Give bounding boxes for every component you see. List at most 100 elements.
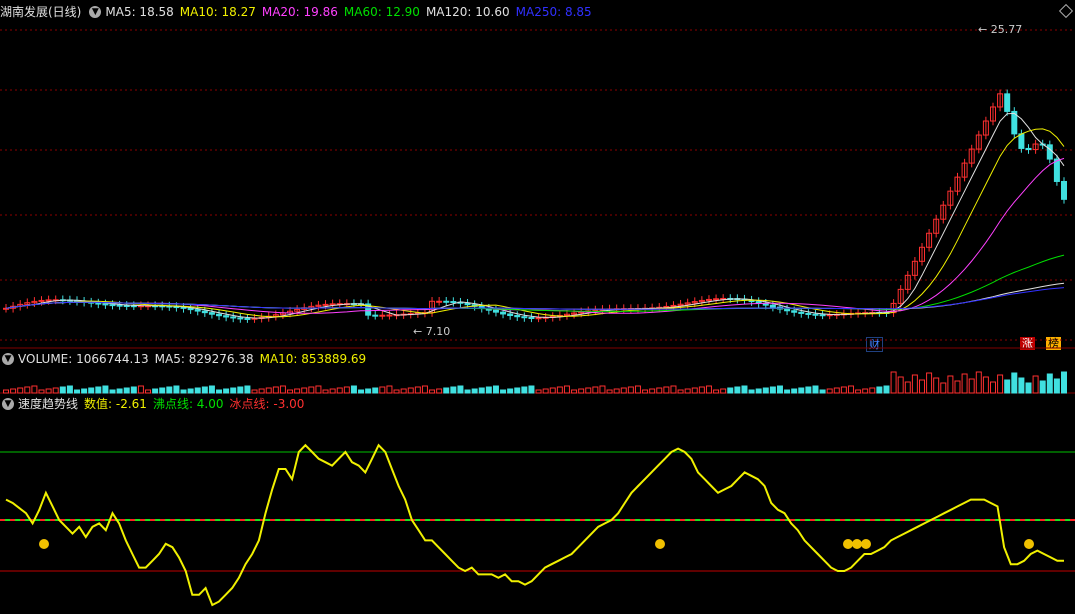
- candle-body: [812, 313, 819, 316]
- volume-bar: [642, 389, 649, 394]
- volume-bar: [450, 386, 457, 394]
- volume-bar: [670, 385, 677, 394]
- volume-bar: [272, 386, 279, 394]
- candle-body: [230, 316, 237, 319]
- volume-bar: [542, 388, 549, 394]
- volume-bar: [365, 388, 372, 394]
- candle-body: [237, 317, 244, 320]
- volume-bar: [819, 389, 826, 394]
- volume-bar: [535, 389, 542, 394]
- volume-bar: [890, 371, 897, 394]
- candle-body: [38, 299, 45, 302]
- volume-bar: [74, 389, 81, 394]
- candle-body: [95, 302, 102, 305]
- volume-bar: [421, 385, 428, 394]
- volume-bar: [847, 385, 854, 394]
- candle-body: [1046, 144, 1053, 160]
- candle-body: [201, 310, 208, 314]
- volume-bar: [159, 387, 166, 394]
- candle-body: [329, 303, 336, 306]
- volume-bar: [358, 389, 365, 394]
- stock-chart[interactable]: ← 25.77 ← 7.10: [0, 0, 1075, 614]
- volume-bar: [656, 387, 663, 394]
- volume-bar: [727, 387, 734, 394]
- volume-bar: [265, 387, 272, 394]
- volume-bar: [322, 389, 329, 394]
- candle-body: [1061, 180, 1067, 200]
- volume-bar: [741, 385, 748, 394]
- volume-bar: [691, 387, 698, 394]
- volume-bar: [350, 385, 357, 394]
- volume-bar: [294, 388, 301, 394]
- volume-bar: [1025, 382, 1032, 394]
- volume-bar: [705, 385, 712, 394]
- volume-bar: [769, 386, 776, 394]
- volume-bar: [507, 388, 514, 394]
- volume-bar: [1053, 378, 1060, 394]
- candle-body: [1018, 133, 1025, 149]
- volume-bar: [315, 385, 322, 394]
- volume-bar: [798, 387, 805, 394]
- volume-bar: [336, 387, 343, 394]
- volume-bar: [407, 387, 414, 394]
- candle-body: [492, 309, 499, 313]
- volume-bar: [386, 385, 393, 394]
- volume-bar: [81, 388, 88, 394]
- candle-body: [521, 316, 528, 319]
- volume-bar: [436, 388, 443, 394]
- volume-bar: [840, 386, 847, 394]
- candle-body: [1004, 93, 1011, 112]
- candle-body: [109, 304, 116, 307]
- volume-bar: [606, 389, 613, 394]
- candle-body: [322, 303, 329, 306]
- signal-dot-0: [39, 539, 49, 549]
- candle-body: [102, 303, 109, 306]
- volume-bar: [379, 386, 386, 394]
- volume-bar: [961, 373, 968, 394]
- candle-body: [208, 312, 215, 315]
- volume-bar: [599, 385, 606, 394]
- volume-bar: [485, 386, 492, 394]
- volume-bar: [549, 387, 556, 394]
- volume-bar: [166, 386, 173, 394]
- volume-bar: [59, 386, 66, 394]
- volume-bar: [102, 385, 109, 394]
- volume-bar: [784, 389, 791, 394]
- volume-bar: [755, 388, 762, 394]
- volume-bar: [301, 387, 308, 394]
- volume-bar: [620, 387, 627, 394]
- volume-bar: [826, 388, 833, 394]
- signal-dot-4: [861, 539, 871, 549]
- ma-line-2: [5, 157, 1065, 314]
- volume-bar: [414, 386, 421, 394]
- signal-dot-5: [1024, 539, 1034, 549]
- candle-body: [116, 304, 123, 307]
- volume-bar: [954, 380, 961, 394]
- candle-body: [386, 314, 393, 317]
- volume-bar: [514, 387, 521, 394]
- volume-bar: [968, 378, 975, 394]
- candle-body: [379, 314, 386, 317]
- volume-bar: [663, 386, 670, 394]
- volume-bar: [38, 389, 45, 394]
- candle-body: [187, 307, 194, 311]
- candle-body: [528, 317, 535, 320]
- volume-bar: [918, 379, 925, 394]
- volume-bar: [926, 372, 933, 394]
- volume-bar: [464, 389, 471, 394]
- candle-body: [507, 313, 514, 317]
- volume-bar: [145, 389, 152, 394]
- volume-bar: [748, 389, 755, 394]
- volume-bar: [556, 386, 563, 394]
- volume-bar: [869, 387, 876, 394]
- candle-body: [436, 300, 443, 303]
- volume-bar: [592, 386, 599, 394]
- candle-body: [244, 317, 251, 320]
- volume-bar: [578, 388, 585, 394]
- volume-bar: [997, 374, 1004, 394]
- candle-body: [1025, 147, 1032, 151]
- volume-bar: [443, 387, 450, 394]
- value-line: [5, 443, 1064, 607]
- volume-bar: [88, 387, 95, 394]
- volume-bar: [244, 385, 251, 394]
